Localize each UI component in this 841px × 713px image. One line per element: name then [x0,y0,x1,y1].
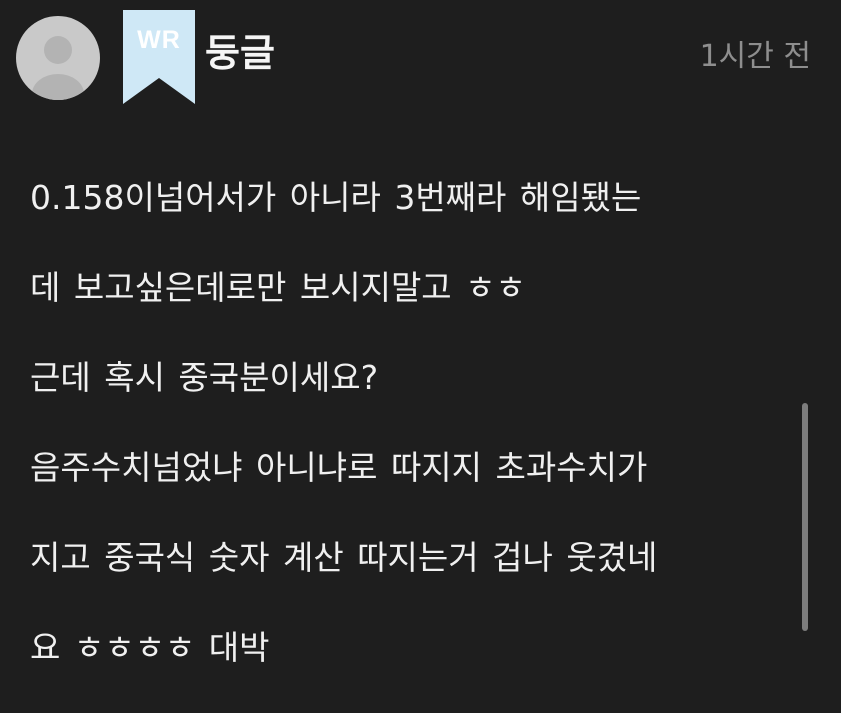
writer-badge-label: WR [137,26,181,54]
default-user-icon [32,36,84,100]
comment: WR 둥글 1시간 전 0.158이넘어서가 아니라 3번째라 해임됐는 데 보… [0,0,841,713]
comment-timestamp: 1시간 전 [699,39,811,74]
writer-badge: WR [123,10,195,104]
comment-body: 0.158이넘어서가 아니라 3번째라 해임됐는 데 보고싶은데로만 보시지말고… [30,170,820,710]
comment-line: 데 보고싶은데로만 보시지말고 ㅎㅎ [30,268,526,307]
comment-line: 근데 혹시 중국분이세요? [30,358,379,397]
bookmark-ribbon-icon [123,10,195,104]
avatar[interactable] [16,16,100,100]
comment-line: 0.158이넘어서가 아니라 3번째라 해임됐는 [30,178,642,217]
comment-line: 요 ㅎㅎㅎㅎ 대박 [30,628,270,667]
comment-line: 지고 중국식 숫자 계산 따지는거 겁나 웃겼네 [30,538,658,577]
comment-line: 음주수치넘었냐 아니냐로 따지지 초과수치가 [30,448,648,487]
vertical-scrollbar[interactable] [802,403,808,631]
author-name[interactable]: 둥글 [205,34,275,72]
